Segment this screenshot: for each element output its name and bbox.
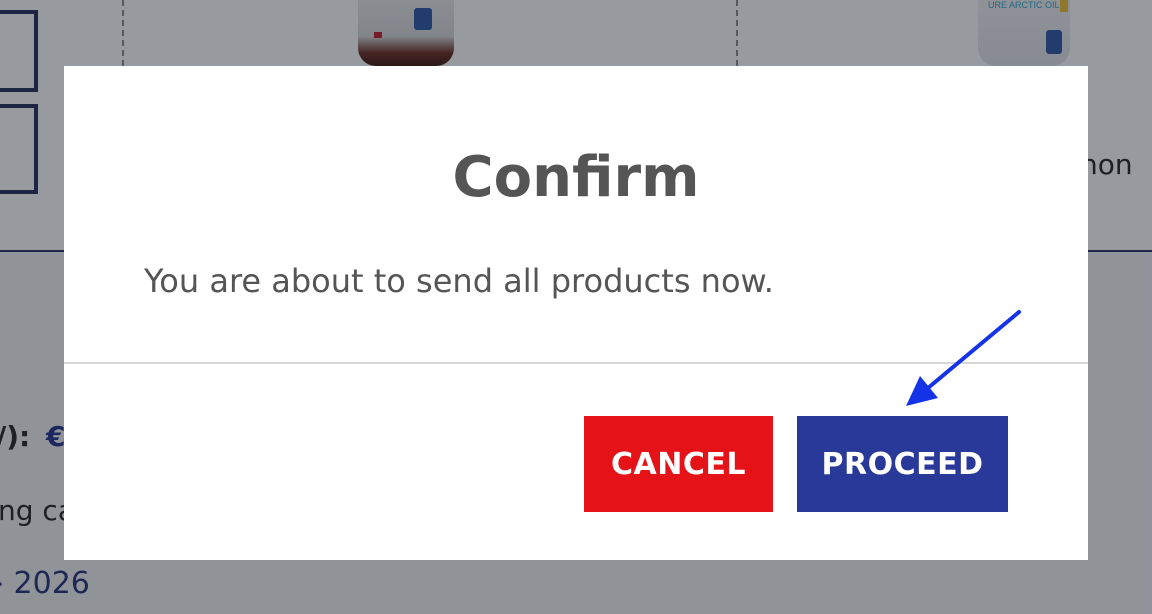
cancel-button[interactable]: CANCEL <box>584 416 773 512</box>
proceed-button[interactable]: PROCEED <box>797 416 1008 512</box>
dialog-message: You are about to send all products now. <box>144 262 774 300</box>
confirm-dialog: Confirm You are about to send all produc… <box>64 66 1088 560</box>
dialog-divider <box>64 362 1088 364</box>
dialog-title: Confirm <box>452 145 700 210</box>
